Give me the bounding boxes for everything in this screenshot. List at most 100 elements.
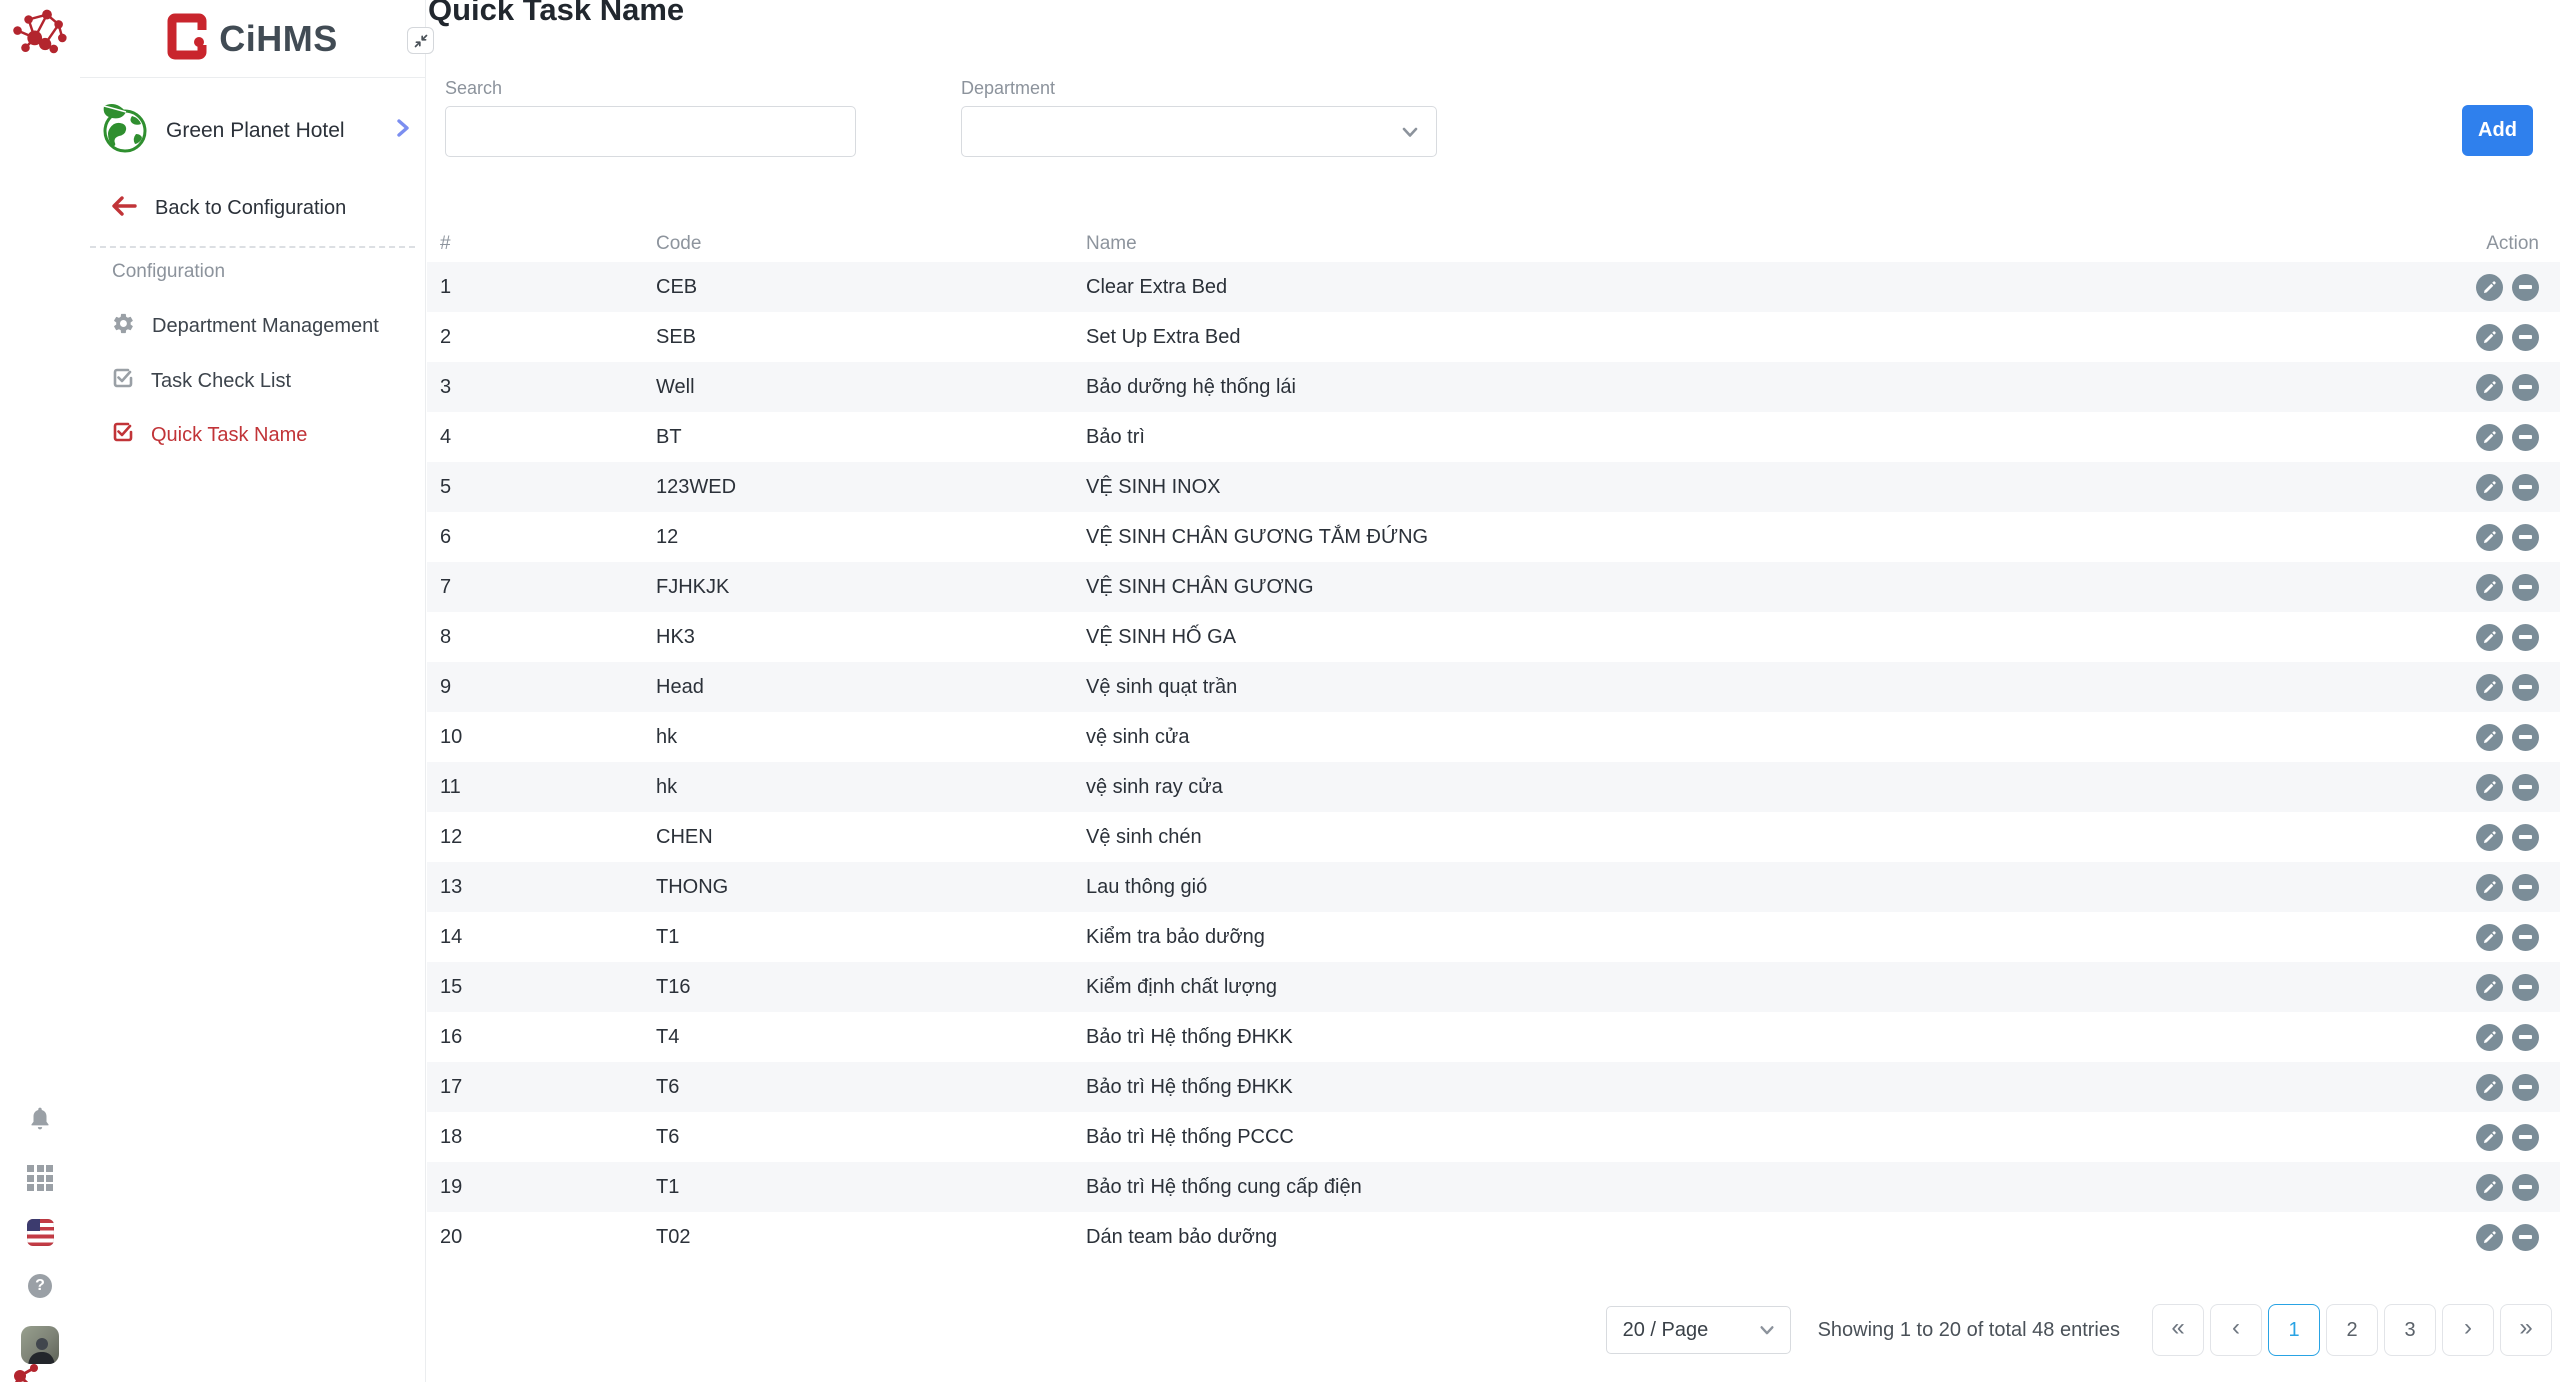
chevron-right-icon xyxy=(395,118,411,143)
edit-button[interactable] xyxy=(2476,824,2503,851)
sidebar-item-quick-task-name[interactable]: Quick Task Name xyxy=(80,408,425,462)
row-number: 11 xyxy=(440,776,656,799)
row-name: VỆ SINH CHÂN GƯƠNG TẮM ĐỨNG xyxy=(1086,526,2379,549)
edit-button[interactable] xyxy=(2476,424,2503,451)
row-actions xyxy=(2379,1124,2539,1151)
edit-button[interactable] xyxy=(2476,574,2503,601)
corner-network-logo-icon xyxy=(0,1362,46,1382)
row-actions xyxy=(2379,674,2539,701)
row-name: Bảo trì Hệ thống ĐHKK xyxy=(1086,1076,2379,1099)
row-actions xyxy=(2379,974,2539,1001)
remove-button[interactable] xyxy=(2512,674,2539,701)
first-page-button[interactable]: « xyxy=(2152,1304,2204,1356)
table-row: 2 SEB Set Up Extra Bed xyxy=(427,312,2560,362)
next-page-button[interactable]: › xyxy=(2442,1304,2494,1356)
column-header-action: Action xyxy=(2379,233,2539,255)
edit-button[interactable] xyxy=(2476,774,2503,801)
row-name: Clear Extra Bed xyxy=(1086,276,2379,299)
help-icon[interactable]: ? xyxy=(28,1274,52,1298)
edit-button[interactable] xyxy=(2476,474,2503,501)
edit-button[interactable] xyxy=(2476,374,2503,401)
edit-button[interactable] xyxy=(2476,674,2503,701)
row-actions xyxy=(2379,474,2539,501)
table-body: 1 CEB Clear Extra Bed 2 SEB Set Up Extra… xyxy=(427,262,2560,1262)
page-button-2[interactable]: 2 xyxy=(2326,1304,2378,1356)
table-row: 3 Well Bảo dưỡng hệ thống lái xyxy=(427,362,2560,412)
remove-button[interactable] xyxy=(2512,724,2539,751)
collapse-sidebar-button[interactable] xyxy=(407,27,434,54)
add-button[interactable]: Add xyxy=(2462,105,2533,156)
edit-button[interactable] xyxy=(2476,974,2503,1001)
row-actions xyxy=(2379,274,2539,301)
edit-button[interactable] xyxy=(2476,924,2503,951)
table-row: 1 CEB Clear Extra Bed xyxy=(427,262,2560,312)
page-buttons: « ‹ 123 › » xyxy=(2152,1304,2552,1356)
row-number: 5 xyxy=(440,476,656,499)
row-number: 3 xyxy=(440,376,656,399)
department-select[interactable] xyxy=(961,106,1437,157)
row-actions xyxy=(2379,424,2539,451)
remove-button[interactable] xyxy=(2512,624,2539,651)
row-number: 12 xyxy=(440,826,656,849)
apps-grid-icon[interactable] xyxy=(27,1165,53,1191)
remove-button[interactable] xyxy=(2512,1174,2539,1201)
row-number: 18 xyxy=(440,1126,656,1149)
edit-button[interactable] xyxy=(2476,1124,2503,1151)
edit-button[interactable] xyxy=(2476,524,2503,551)
sidebar-item-task-check-list[interactable]: Task Check List xyxy=(80,354,425,408)
row-code: CHEN xyxy=(656,826,1086,849)
back-to-configuration[interactable]: Back to Configuration xyxy=(80,195,425,222)
department-label: Department xyxy=(961,78,1437,99)
remove-button[interactable] xyxy=(2512,874,2539,901)
table-row: 14 T1 Kiểm tra bảo dưỡng xyxy=(427,912,2560,962)
user-avatar[interactable] xyxy=(21,1326,59,1364)
search-input[interactable] xyxy=(445,106,856,157)
column-header-name: Name xyxy=(1086,233,2379,255)
remove-button[interactable] xyxy=(2512,1024,2539,1051)
row-name: Kiểm định chất lượng xyxy=(1086,976,2379,999)
hotel-selector[interactable]: Green Planet Hotel xyxy=(96,100,411,161)
page-button-3[interactable]: 3 xyxy=(2384,1304,2436,1356)
row-actions xyxy=(2379,874,2539,901)
edit-button[interactable] xyxy=(2476,274,2503,301)
page-button-1[interactable]: 1 xyxy=(2268,1304,2320,1356)
edit-button[interactable] xyxy=(2476,874,2503,901)
edit-button[interactable] xyxy=(2476,724,2503,751)
remove-button[interactable] xyxy=(2512,474,2539,501)
remove-button[interactable] xyxy=(2512,774,2539,801)
table-row: 9 Head Vệ sinh quạt trần xyxy=(427,662,2560,712)
brand-text: CiHMS xyxy=(219,18,338,60)
remove-button[interactable] xyxy=(2512,1224,2539,1251)
back-label: Back to Configuration xyxy=(155,197,346,220)
sidebar-item-department-management[interactable]: Department Management xyxy=(80,299,425,354)
remove-button[interactable] xyxy=(2512,574,2539,601)
table-row: 19 T1 Bảo trì Hệ thống cung cấp điện xyxy=(427,1162,2560,1212)
table-row: 12 CHEN Vệ sinh chén xyxy=(427,812,2560,862)
remove-button[interactable] xyxy=(2512,1074,2539,1101)
remove-button[interactable] xyxy=(2512,324,2539,351)
edit-button[interactable] xyxy=(2476,1024,2503,1051)
row-name: Bảo trì Hệ thống ĐHKK xyxy=(1086,1026,2379,1049)
language-us-flag-icon[interactable] xyxy=(27,1219,54,1246)
sidebar-item-label: Department Management xyxy=(152,315,379,338)
remove-button[interactable] xyxy=(2512,1124,2539,1151)
remove-button[interactable] xyxy=(2512,974,2539,1001)
edit-button[interactable] xyxy=(2476,324,2503,351)
remove-button[interactable] xyxy=(2512,374,2539,401)
prev-page-button[interactable]: ‹ xyxy=(2210,1304,2262,1356)
edit-button[interactable] xyxy=(2476,1074,2503,1101)
notifications-bell-icon[interactable] xyxy=(27,1105,53,1137)
row-code: hk xyxy=(656,776,1086,799)
remove-button[interactable] xyxy=(2512,824,2539,851)
remove-button[interactable] xyxy=(2512,274,2539,301)
row-name: vệ sinh cửa xyxy=(1086,726,2379,749)
row-code: SEB xyxy=(656,326,1086,349)
edit-button[interactable] xyxy=(2476,1224,2503,1251)
page-size-select[interactable]: 20 / Page xyxy=(1606,1306,1791,1354)
edit-button[interactable] xyxy=(2476,1174,2503,1201)
last-page-button[interactable]: » xyxy=(2500,1304,2552,1356)
remove-button[interactable] xyxy=(2512,424,2539,451)
edit-button[interactable] xyxy=(2476,624,2503,651)
remove-button[interactable] xyxy=(2512,524,2539,551)
remove-button[interactable] xyxy=(2512,924,2539,951)
